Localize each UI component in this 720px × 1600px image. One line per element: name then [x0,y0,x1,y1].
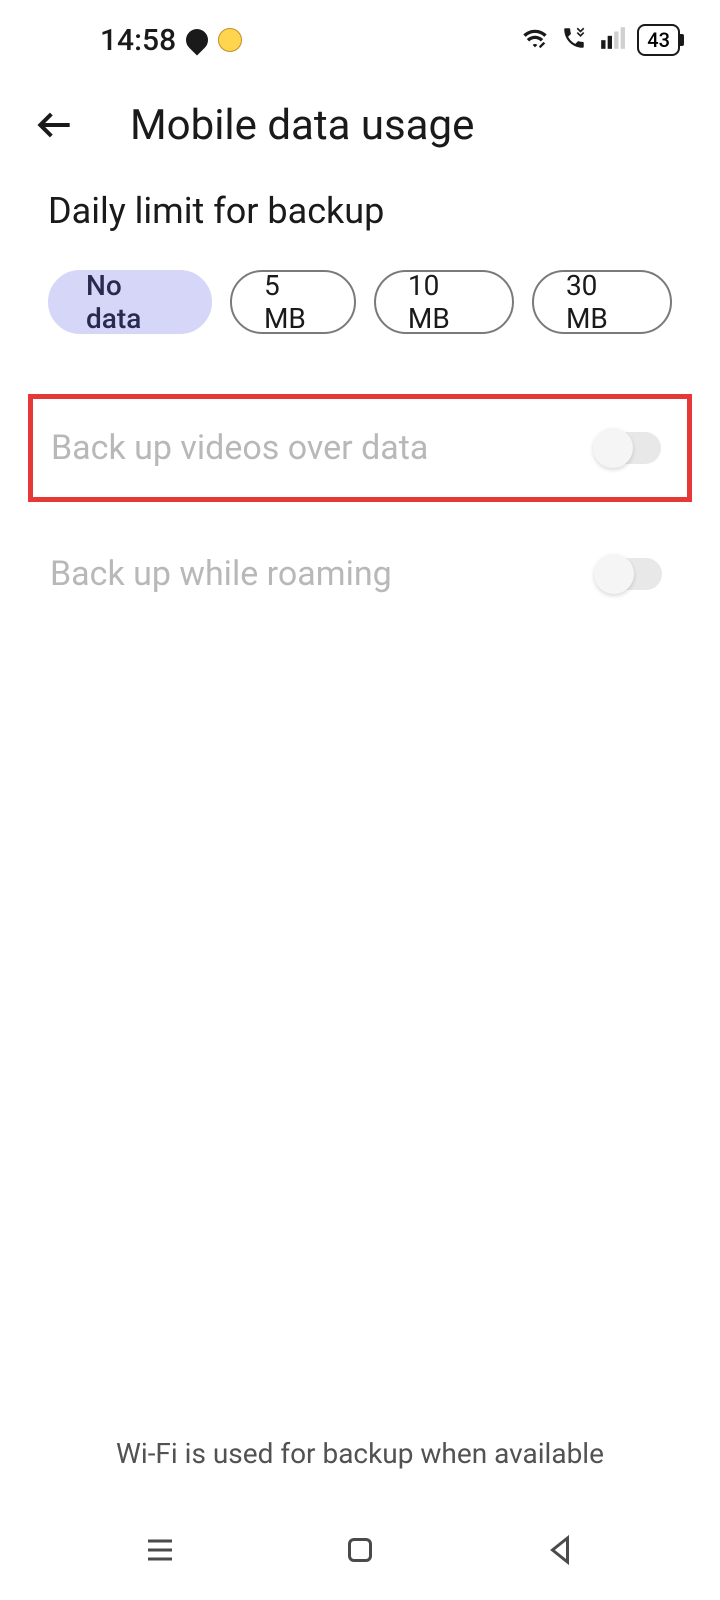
emoji-icon [218,28,242,52]
status-left: 14:58 [100,23,242,58]
setting-backup-while-roaming[interactable]: Back up while roaming [48,520,672,628]
back-button[interactable] [30,100,80,150]
toggle-knob-icon [594,554,634,594]
setting-label: Back up while roaming [50,554,392,594]
battery-indicator: 43 [637,24,680,56]
chip-10mb[interactable]: 10 MB [374,270,514,334]
section-title: Daily limit for backup [48,190,672,232]
setting-backup-videos-over-data[interactable]: Back up videos over data [28,394,692,502]
nav-back-button[interactable] [535,1525,585,1575]
toggle-backup-videos[interactable] [595,432,661,464]
status-bar: 14:58 43 [0,0,720,70]
nav-recents-button[interactable] [135,1525,185,1575]
setting-label: Back up videos over data [51,428,428,468]
notification-dot-icon [182,24,213,55]
content: Daily limit for backup No data 5 MB 10 M… [0,190,720,628]
toggle-knob-icon [593,428,633,468]
cell-signal-icon [599,25,625,55]
chip-row: No data 5 MB 10 MB 30 MB [48,270,672,334]
page-title: Mobile data usage [130,101,474,150]
wifi-icon [521,24,549,56]
chip-5mb[interactable]: 5 MB [230,270,356,334]
footer-text: Wi-Fi is used for backup when available [0,1437,720,1470]
app-header: Mobile data usage [0,70,720,190]
toggle-backup-roaming[interactable] [596,558,662,590]
nav-home-button[interactable] [335,1525,385,1575]
wifi-calling-icon [561,25,587,55]
chip-30mb[interactable]: 30 MB [532,270,672,334]
status-right: 43 [521,24,680,56]
nav-bar [0,1500,720,1600]
status-time: 14:58 [100,23,176,58]
chip-no-data[interactable]: No data [48,270,212,334]
battery-level: 43 [647,28,670,52]
